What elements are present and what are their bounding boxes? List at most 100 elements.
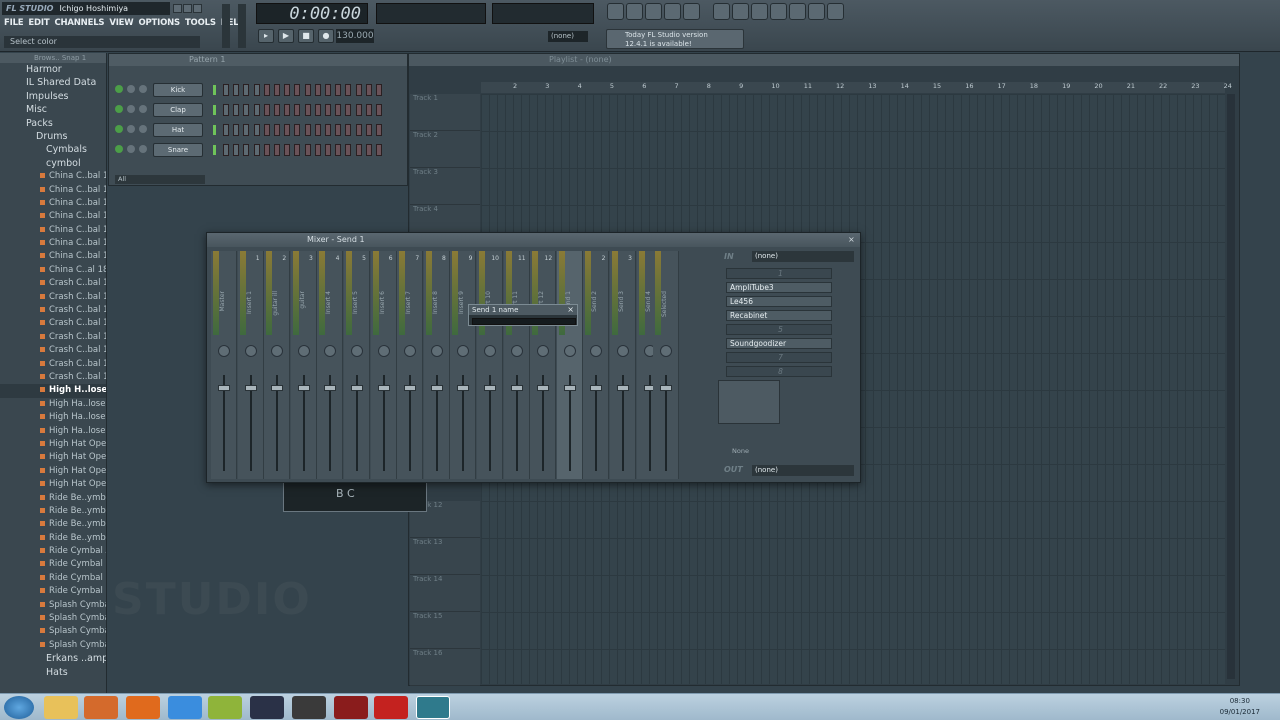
track-header[interactable]: Track 16 (410, 649, 480, 686)
step-pad[interactable] (253, 84, 260, 96)
browser-file[interactable]: China C..bal 18 C (0, 250, 106, 263)
channel-knob-icon[interactable] (139, 105, 147, 113)
mixer-strip[interactable]: 7 Insert 7 (397, 251, 424, 479)
browser-file[interactable]: High Hat Open B (0, 451, 106, 464)
browser-file[interactable]: High Ha..losed C (0, 411, 106, 424)
fx-slot[interactable]: AmpliTube3 (726, 282, 832, 293)
step-pad[interactable] (294, 124, 301, 136)
pan-knob-icon[interactable] (244, 345, 257, 357)
system-clock[interactable]: 08:30 09/01/2017 (1220, 696, 1260, 718)
tempo-display[interactable]: 130.000 (336, 29, 374, 43)
record-button[interactable]: ● (318, 29, 334, 43)
step-pad[interactable] (345, 144, 352, 156)
step-pad[interactable] (233, 144, 240, 156)
step-pad[interactable] (263, 144, 270, 156)
channel-knob-icon[interactable] (139, 85, 147, 93)
pan-knob-icon[interactable] (457, 345, 470, 357)
browser-file[interactable]: China C..al 18 D (0, 264, 106, 277)
output-selector[interactable]: (none) (752, 465, 854, 476)
track-header[interactable]: Track 1 (410, 94, 480, 131)
news-panel[interactable]: Today FL Studio version 12.4.1 is availab… (606, 29, 744, 49)
step-pad[interactable] (263, 84, 270, 96)
volume-fader-handle[interactable] (510, 385, 523, 391)
mixer-strip[interactable]: 4 Insert 4 (317, 251, 344, 479)
volume-fader-handle[interactable] (244, 385, 257, 391)
fx-slot[interactable]: 7 (726, 352, 832, 363)
input-selector[interactable]: (none) (752, 251, 854, 262)
channel-select-led[interactable] (213, 85, 216, 95)
chrome-icon[interactable] (168, 696, 202, 719)
step-pad[interactable] (376, 84, 382, 96)
pan-knob-icon[interactable] (484, 345, 496, 357)
mixer-strip[interactable]: 8 Insert 8 (423, 251, 450, 479)
step-pad[interactable] (274, 84, 280, 96)
help-icon[interactable] (827, 3, 844, 20)
browser-file[interactable]: China C..bal 14 D (0, 210, 106, 223)
mixer-strip[interactable]: 9 Insert 9 (450, 251, 477, 479)
channel-rack-icon[interactable] (645, 3, 662, 20)
volume-fader-handle[interactable] (297, 385, 310, 391)
master-volume-slider[interactable] (222, 4, 230, 48)
browser-file[interactable]: Crash C..bal 16 D (0, 317, 106, 330)
channel-knob-icon[interactable] (127, 105, 135, 113)
browser-file[interactable]: China C..bal 18 B (0, 237, 106, 250)
browser-file[interactable]: High Hat Open A (0, 438, 106, 451)
browser-file[interactable]: Splash Cymbal B (0, 612, 106, 625)
volume-fader-handle[interactable] (404, 385, 417, 391)
step-pad[interactable] (223, 84, 229, 96)
step-pad[interactable] (345, 124, 352, 136)
step-pad[interactable] (376, 124, 382, 136)
template-icon[interactable] (808, 3, 825, 20)
fx-slot[interactable]: 5 (726, 324, 832, 335)
gpu-z-icon[interactable] (292, 696, 326, 719)
step-pad[interactable] (233, 104, 240, 116)
volume-fader-handle[interactable] (457, 385, 470, 391)
step-pad[interactable] (365, 144, 372, 156)
playlist-icon[interactable] (607, 3, 624, 20)
step-pad[interactable] (294, 84, 301, 96)
menu-file[interactable]: FILE (4, 18, 24, 32)
step-pad[interactable] (325, 84, 331, 96)
play-button[interactable]: ▶ (278, 29, 294, 43)
step-pad[interactable] (335, 144, 342, 156)
browser-file[interactable]: High Hat Open D (0, 478, 106, 491)
restore-icon[interactable] (183, 4, 192, 13)
file-explorer-icon[interactable] (44, 696, 78, 719)
mixer-strip[interactable]: 1 Insert 1 (237, 251, 264, 479)
channel-name-button[interactable]: Kick (153, 83, 203, 97)
mixer-icon[interactable] (664, 3, 681, 20)
step-pad[interactable] (274, 144, 280, 156)
step-pad[interactable] (223, 144, 229, 156)
track-header[interactable]: Track 13 (410, 538, 480, 575)
firefox-icon[interactable] (126, 696, 160, 719)
browser-icon[interactable] (683, 3, 700, 20)
browser-file[interactable]: China C..bal 14 A (0, 170, 106, 183)
pan-knob-icon[interactable] (430, 345, 443, 357)
browser-folder[interactable]: IL Shared Data (0, 76, 106, 89)
step-pad[interactable] (325, 104, 331, 116)
step-pad[interactable] (263, 124, 270, 136)
voicemeeter-icon[interactable] (374, 696, 408, 719)
step-pad[interactable] (243, 84, 250, 96)
channel-name-button[interactable]: Clap (153, 103, 203, 117)
menu-options[interactable]: OPTIONS (138, 18, 180, 32)
step-pad[interactable] (304, 144, 311, 156)
step-pad[interactable] (263, 104, 270, 116)
browser-file[interactable]: Crash C..bal 17 D (0, 371, 106, 384)
channel-led-icon[interactable] (115, 145, 123, 153)
step-pad[interactable] (243, 144, 250, 156)
step-pad[interactable] (294, 104, 301, 116)
mixer-strip[interactable]: 2 Send 2 (583, 251, 610, 479)
browser-folder[interactable]: Misc (0, 103, 106, 116)
browser-folder[interactable]: Packs (0, 117, 106, 130)
step-pad[interactable] (253, 104, 260, 116)
channel-select-led[interactable] (213, 145, 216, 155)
browser-folder[interactable]: cymbol (0, 157, 106, 170)
step-pad[interactable] (365, 84, 372, 96)
pat-song-toggle[interactable]: ▸ (258, 29, 274, 43)
step-pad[interactable] (355, 104, 362, 116)
step-pad[interactable] (253, 124, 260, 136)
step-pad[interactable] (335, 124, 342, 136)
pan-knob-icon[interactable] (377, 345, 390, 357)
track-header[interactable]: Track 2 (410, 131, 480, 168)
